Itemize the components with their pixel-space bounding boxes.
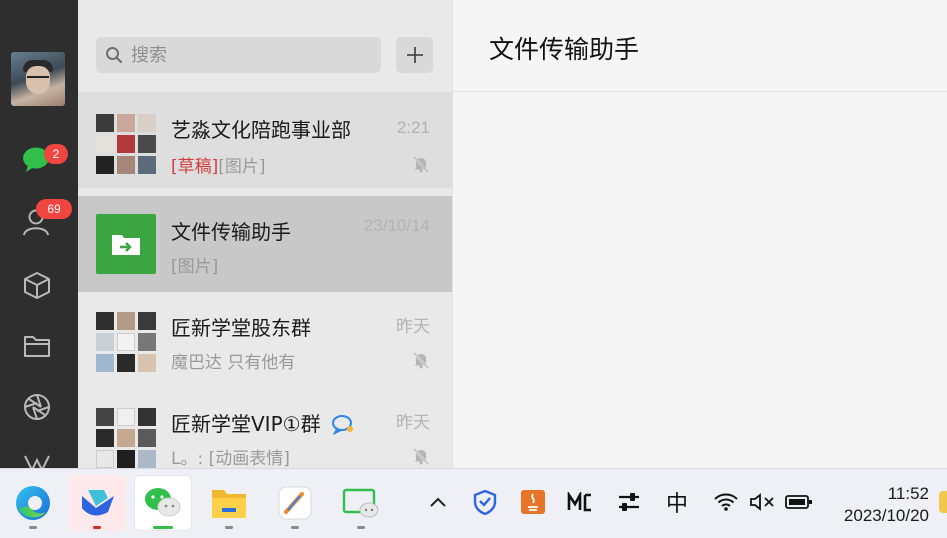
taskbar-edge[interactable] xyxy=(4,475,62,531)
chat-preview: L。: [动画表情] xyxy=(171,449,290,468)
chat-header: 文件传输助手 xyxy=(453,0,947,92)
contacts-badge: 69 xyxy=(36,199,72,219)
cube-icon xyxy=(24,272,50,299)
chat-preview: [草稿][图片] xyxy=(171,152,266,177)
tray-settings[interactable] xyxy=(614,487,644,517)
search-box[interactable] xyxy=(96,37,381,73)
chat-time: 23/10/14 xyxy=(363,216,430,235)
sidebar-nav: 2 69 xyxy=(0,0,78,468)
active-indicator xyxy=(153,526,173,529)
taskbar-wechat-window[interactable] xyxy=(332,475,390,531)
group-avatar xyxy=(96,408,156,468)
clock-date: 2023/10/20 xyxy=(843,506,929,525)
tray-wifi[interactable] xyxy=(712,487,740,517)
tray-volume[interactable] xyxy=(748,487,776,517)
chat-time: 2:21 xyxy=(396,118,430,137)
moments-nav-button[interactable] xyxy=(14,387,60,427)
battery-icon xyxy=(785,495,812,509)
file-explorer-icon xyxy=(212,490,246,518)
group-avatar xyxy=(96,312,156,372)
running-indicator xyxy=(29,526,37,529)
files-nav-button[interactable] xyxy=(14,326,60,366)
java-icon xyxy=(521,490,545,514)
draft-tag: [草稿] xyxy=(171,157,219,177)
search-icon xyxy=(106,47,123,64)
chat-name: 艺淼文化陪跑事业部 xyxy=(171,118,351,142)
enterprise-chat-icon xyxy=(331,415,353,436)
taskbar: 中 11:52 2023/10/20 xyxy=(0,468,947,538)
running-indicator xyxy=(225,526,233,529)
taskbar-drawing-app[interactable] xyxy=(266,475,324,531)
wechat-app-icon xyxy=(145,488,181,517)
chat-time: 昨天 xyxy=(396,413,430,432)
moments-aperture-icon xyxy=(24,394,50,420)
preview-text: [图片] xyxy=(218,157,266,177)
tray-java[interactable] xyxy=(518,487,548,517)
channels-nav-button[interactable] xyxy=(14,450,60,468)
chat-item[interactable]: 艺淼文化陪跑事业部 [草稿][图片] 2:21 xyxy=(78,92,452,188)
add-button[interactable] xyxy=(396,37,433,73)
chat-name: 文件传输助手 xyxy=(171,220,291,244)
chat-time: 昨天 xyxy=(396,317,430,336)
chat-item[interactable]: 匠新学堂股东群 魔巴达 只有他有 昨天 xyxy=(78,292,452,388)
notification-avatar-edge[interactable] xyxy=(939,491,947,513)
chat-name: 匠新学堂VIP①群 xyxy=(171,408,355,437)
mini-programs-nav-button[interactable] xyxy=(14,265,60,305)
clock-time: 11:52 xyxy=(887,484,929,503)
taskbar-file-explorer[interactable] xyxy=(200,475,258,531)
tray-app-m[interactable] xyxy=(564,487,596,517)
shield-icon xyxy=(473,489,497,515)
running-indicator xyxy=(291,526,299,529)
pen-app-icon xyxy=(278,486,312,520)
sliders-icon xyxy=(619,493,639,511)
chats-unread-badge: 2 xyxy=(44,144,68,164)
tray-battery[interactable] xyxy=(784,487,814,517)
chat-main-panel: 文件传输助手 xyxy=(452,0,947,468)
channels-icon xyxy=(24,455,50,468)
plus-icon xyxy=(406,47,423,63)
mute-bell-icon xyxy=(413,352,429,369)
chat-item[interactable]: 文件传输助手 [图片] 23/10/14 xyxy=(78,196,452,292)
taskbar-lark[interactable] xyxy=(68,475,126,531)
volume-muted-icon xyxy=(750,493,774,511)
folder-arrow-icon xyxy=(112,235,140,255)
m-logo-icon xyxy=(567,492,591,512)
chat-title: 文件传输助手 xyxy=(489,35,640,64)
taskbar-wechat[interactable] xyxy=(134,475,192,531)
folder-icon xyxy=(24,336,50,357)
chat-item[interactable]: 匠新学堂VIP①群 L。: [动画表情] 昨天 xyxy=(78,388,452,468)
chevron-up-icon xyxy=(430,497,446,507)
user-avatar[interactable] xyxy=(11,52,65,106)
edge-browser-icon xyxy=(16,486,50,520)
wechat-window-icon xyxy=(342,488,379,518)
running-indicator xyxy=(357,526,365,529)
file-transfer-avatar xyxy=(96,214,156,274)
show-hidden-icons-button[interactable] xyxy=(424,487,452,517)
search-input[interactable] xyxy=(131,37,371,73)
tray-security[interactable] xyxy=(470,487,500,517)
lark-app-icon xyxy=(82,490,114,516)
running-indicator xyxy=(93,526,101,529)
chat-preview: [图片] xyxy=(171,257,219,277)
chat-preview: 魔巴达 只有他有 xyxy=(171,353,296,373)
group-avatar xyxy=(96,114,156,174)
mute-bell-icon xyxy=(413,156,429,173)
chat-name: 匠新学堂股东群 xyxy=(171,316,311,340)
chat-list-panel: 艺淼文化陪跑事业部 [草稿][图片] 2:21 文件传输助手 [图片] 23/1… xyxy=(78,0,452,468)
ime-indicator[interactable]: 中 xyxy=(660,487,694,517)
wifi-icon xyxy=(714,493,738,511)
system-clock[interactable]: 11:52 2023/10/20 xyxy=(844,483,929,528)
mute-bell-icon xyxy=(413,448,429,465)
